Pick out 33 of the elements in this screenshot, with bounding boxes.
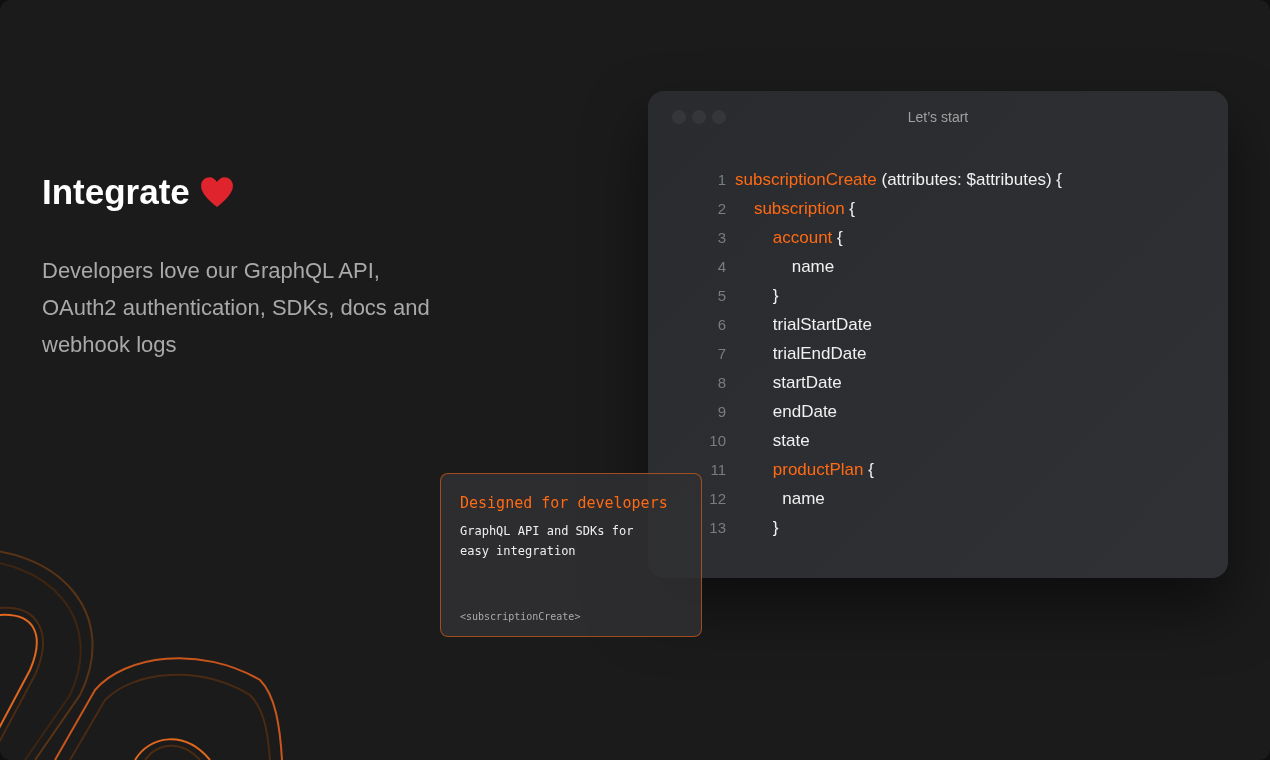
section-title: Integrate — [42, 172, 190, 212]
code-tag: <subscriptionCreate> — [460, 611, 682, 622]
code-line: trialStartDate — [771, 314, 872, 335]
line-number: 2 — [716, 200, 727, 217]
code-line: productPlan { — [771, 459, 874, 480]
line-number: 11 — [709, 461, 727, 478]
code-line: name — [790, 256, 835, 277]
code-line: subscription { — [752, 198, 855, 219]
code-line: subscriptionCreate (attributes: $attributes) { — [735, 169, 1062, 190]
code-line: } — [771, 517, 779, 538]
line-number: 1 — [716, 171, 727, 188]
line-number: 10 — [708, 432, 727, 449]
heart-icon — [199, 176, 234, 208]
code-line: endDate — [771, 401, 838, 422]
code-line: account { — [771, 227, 843, 248]
line-number: 5 — [716, 287, 727, 304]
code-line: state — [771, 430, 810, 451]
line-number: 12 — [708, 490, 727, 507]
line-number: 13 — [708, 519, 727, 536]
line-number: 4 — [716, 258, 727, 275]
code-line: trialEndDate — [771, 343, 867, 364]
code-line: name — [781, 488, 825, 509]
card-title: Designed for developers — [460, 494, 669, 512]
line-number: 3 — [716, 229, 727, 246]
line-number: 8 — [716, 374, 727, 391]
card-text: GraphQL API and SDKs for easy integration — [460, 523, 635, 560]
code-line: } — [771, 285, 779, 306]
line-number: 6 — [716, 316, 727, 333]
line-number: 7 — [716, 345, 727, 362]
code-line: startDate — [771, 372, 842, 393]
description: Developers love our GraphQL API, OAuth2 authentication, SDKs, docs and webhook logs — [42, 257, 431, 359]
line-number: 9 — [716, 403, 727, 420]
window-title: Let’s start — [906, 109, 970, 125]
